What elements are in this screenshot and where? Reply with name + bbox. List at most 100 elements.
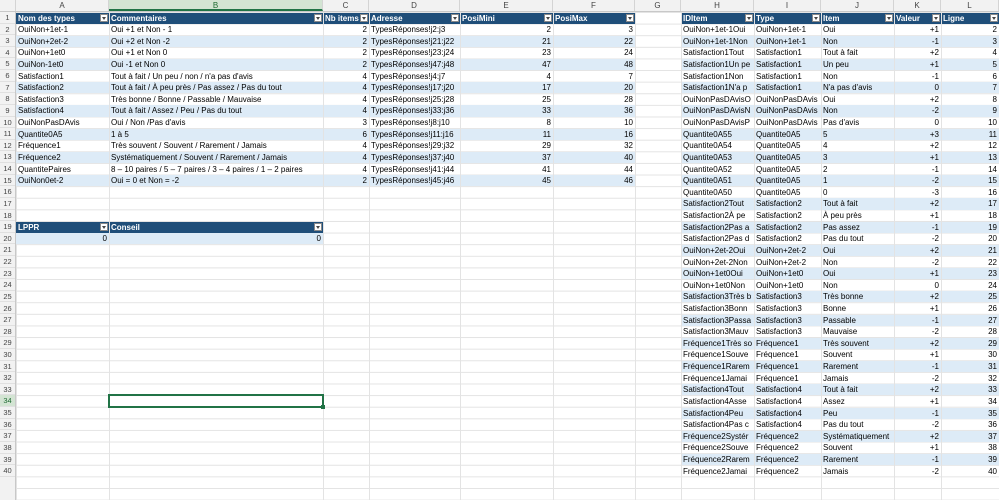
table-cell[interactable]: Satisfaction1	[754, 71, 821, 82]
table-cell[interactable]: 13	[941, 151, 999, 164]
table-cell[interactable]: Oui +1 et Non - 1	[109, 24, 323, 35]
table-cell[interactable]: Quantite0A54	[681, 140, 754, 151]
table-cell[interactable]: TypesRéponses!j47:j48	[369, 58, 460, 71]
table-cell[interactable]: Oui +1 et Non 0	[109, 47, 323, 58]
table-cell[interactable]: Fréquence2Souve	[681, 442, 754, 453]
row-header-37[interactable]: 37	[0, 430, 15, 442]
table-header-cell[interactable]: LPPR	[16, 221, 109, 233]
table-cell[interactable]: +2	[894, 94, 941, 105]
table-cell[interactable]: 17	[941, 198, 999, 210]
row-header-9[interactable]: 9	[0, 105, 15, 117]
table-cell[interactable]: 17	[460, 82, 553, 94]
row-header-1[interactable]: 1	[0, 12, 15, 24]
table-cell[interactable]: Satisfaction4	[16, 105, 109, 117]
table-cell[interactable]: 8	[941, 94, 999, 105]
row-header-40[interactable]: 40	[0, 465, 15, 477]
row-header-20[interactable]: 20	[0, 233, 15, 245]
table-cell[interactable]: Satisfaction2Pas d	[681, 233, 754, 244]
table-cell[interactable]: Satisfaction3Bonn	[681, 303, 754, 314]
table-cell[interactable]: Très bonne	[821, 291, 894, 303]
table-cell[interactable]: Non	[821, 280, 894, 291]
table-header-cell[interactable]: Valeur	[894, 12, 941, 24]
table-cell[interactable]: N'a pas d'avis	[821, 82, 894, 94]
table-cell[interactable]: Fréquence2	[754, 466, 821, 477]
table-cell[interactable]: 4	[323, 151, 369, 164]
column-header-J[interactable]: J	[821, 0, 894, 11]
select-all-corner[interactable]	[0, 0, 16, 11]
column-header-K[interactable]: K	[894, 0, 941, 11]
column-header-G[interactable]: G	[635, 0, 681, 11]
table-cell[interactable]: Oui = 0 et Non = -2	[109, 175, 323, 187]
table-cell[interactable]: TypesRéponses!j8:j10	[369, 117, 460, 128]
row-header-25[interactable]: 25	[0, 291, 15, 303]
row-header-6[interactable]: 6	[0, 70, 15, 82]
table-cell[interactable]: 14	[941, 164, 999, 175]
table-cell[interactable]: Oui	[821, 244, 894, 256]
table-cell[interactable]: OuiNon0et-2	[16, 175, 109, 187]
table-cell[interactable]: Non	[821, 35, 894, 47]
table-cell[interactable]: Quantite0A5	[16, 128, 109, 140]
table-cell[interactable]: 23	[460, 47, 553, 58]
table-cell[interactable]: 2	[323, 24, 369, 35]
table-cell[interactable]: OuiNon+1et-1	[754, 35, 821, 47]
filter-dropdown-icon[interactable]	[360, 13, 368, 22]
table-cell[interactable]: 4	[323, 82, 369, 94]
table-cell[interactable]: 27	[941, 314, 999, 326]
row-header-35[interactable]: 35	[0, 407, 15, 419]
table-cell[interactable]: Fréquence2	[754, 442, 821, 453]
table-cell[interactable]: Satisfaction1	[16, 71, 109, 82]
filter-dropdown-icon[interactable]	[932, 13, 940, 22]
row-header-28[interactable]: 28	[0, 326, 15, 338]
table-cell[interactable]: Quantite0A5	[754, 175, 821, 187]
table-cell[interactable]: +2	[894, 337, 941, 349]
table-cell[interactable]: 26	[941, 303, 999, 314]
table-cell[interactable]: 1	[821, 175, 894, 187]
row-header-11[interactable]: 11	[0, 128, 15, 140]
row-header-2[interactable]: 2	[0, 24, 15, 36]
table-cell[interactable]: Rarement	[821, 454, 894, 466]
table-cell[interactable]: Quantite0A51	[681, 175, 754, 187]
table-cell[interactable]: 15	[941, 175, 999, 187]
table-cell[interactable]: -2	[894, 105, 941, 117]
table-cell[interactable]: 40	[553, 151, 635, 164]
table-cell[interactable]: Quantite0A55	[681, 128, 754, 140]
table-cell[interactable]: Assez	[821, 396, 894, 407]
table-cell[interactable]: Quantite0A52	[681, 164, 754, 175]
row-header-21[interactable]: 21	[0, 244, 15, 256]
table-cell[interactable]: 6	[323, 128, 369, 140]
table-cell[interactable]: TypesRéponses!j4:j7	[369, 71, 460, 82]
table-cell[interactable]: Satisfaction3Très b	[681, 291, 754, 303]
table-cell[interactable]: Passable	[821, 314, 894, 326]
table-cell[interactable]: Satisfaction1	[754, 47, 821, 58]
table-cell[interactable]: 23	[941, 268, 999, 280]
table-cell[interactable]: OuiNon+1et-1	[16, 24, 109, 35]
table-cell[interactable]: Oui -1 et Non 0	[109, 58, 323, 71]
table-cell[interactable]: Satisfaction2	[754, 221, 821, 233]
row-header-36[interactable]: 36	[0, 419, 15, 431]
table-cell[interactable]: Non	[821, 71, 894, 82]
row-header-18[interactable]: 18	[0, 210, 15, 222]
table-cell[interactable]: Fréquence1Rarem	[681, 361, 754, 373]
table-cell[interactable]: Très souvent / Souvent / Rarement / Jama…	[109, 140, 323, 151]
table-cell[interactable]: 48	[553, 58, 635, 71]
table-cell[interactable]: 10	[941, 117, 999, 128]
table-cell[interactable]: -1	[894, 361, 941, 373]
table-cell[interactable]: Satisfaction3Mauv	[681, 326, 754, 337]
row-header-8[interactable]: 8	[0, 93, 15, 105]
table-cell[interactable]: OuiNon+1et-1Oui	[681, 24, 754, 35]
table-cell[interactable]: 35	[941, 407, 999, 419]
table-cell[interactable]: OuiNon+1et0Non	[681, 280, 754, 291]
table-cell[interactable]: Oui / Non /Pas d'avis	[109, 117, 323, 128]
table-cell[interactable]: 44	[553, 164, 635, 175]
table-cell[interactable]: 25	[460, 94, 553, 105]
row-header-7[interactable]: 7	[0, 82, 15, 94]
table-cell[interactable]: Tout à fait	[821, 198, 894, 210]
row-header-14[interactable]: 14	[0, 163, 15, 175]
column-header-F[interactable]: F	[553, 0, 635, 11]
table-cell[interactable]: 3	[941, 35, 999, 47]
filter-dropdown-icon[interactable]	[314, 13, 322, 22]
table-cell[interactable]: 22	[941, 257, 999, 268]
table-cell[interactable]: 3	[323, 117, 369, 128]
table-cell[interactable]: +2	[894, 244, 941, 256]
table-cell[interactable]: -1	[894, 314, 941, 326]
